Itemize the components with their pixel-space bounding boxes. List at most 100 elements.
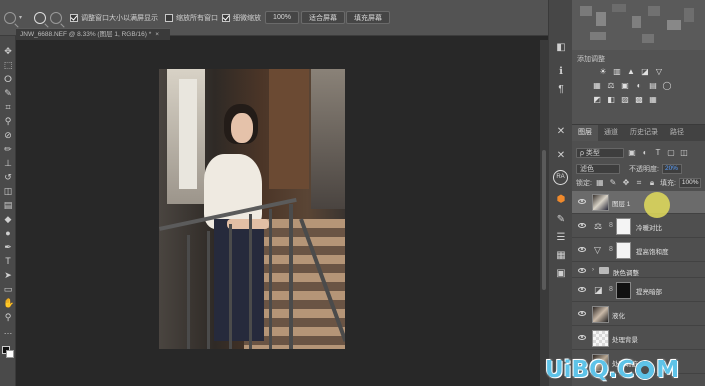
layer-name[interactable]: 冷暖对比 <box>636 222 662 232</box>
more-tools-icon[interactable]: … <box>3 326 13 336</box>
zoom-percent-field[interactable]: 100% <box>265 11 299 24</box>
zoom-out-button[interactable] <box>50 11 62 24</box>
layer-row-saturation[interactable]: ▽ 8 提高饱和度 <box>572 239 705 262</box>
hand-tool-icon[interactable]: ✋ <box>3 298 14 308</box>
rectangle-tool-icon[interactable]: ▭ <box>3 284 13 294</box>
layer-row-liquify[interactable]: 液化 <box>572 303 705 326</box>
layer-group-skin[interactable]: › 肤色调整 <box>572 263 705 278</box>
filter-shape-icon[interactable]: ▢ <box>666 148 676 158</box>
lock-pixels-icon[interactable]: ✎ <box>608 178 618 188</box>
eyedropper-tool-icon[interactable]: ⚲ <box>3 116 13 126</box>
tab-layers[interactable]: 图层 <box>572 125 598 141</box>
scrubby-zoom-checkbox[interactable] <box>222 13 230 22</box>
layer-name[interactable]: 提高饱和度 <box>636 246 669 256</box>
color-lookup-adjust-icon[interactable]: ◯ <box>662 82 672 90</box>
ra-plugin-icon[interactable]: RA <box>553 170 568 185</box>
layer-mask-thumbnail[interactable] <box>616 218 631 235</box>
levels-adjust-icon[interactable]: ▥ <box>612 68 622 76</box>
zoom-all-windows-option[interactable]: 缩放所有窗口 <box>165 11 218 24</box>
resize-windows-option[interactable]: 调整窗口大小以满屏显示 <box>70 11 158 24</box>
filter-smart-icon[interactable]: ◫ <box>679 148 689 158</box>
tab-history[interactable]: 历史记录 <box>624 125 664 141</box>
visibility-eye-icon[interactable] <box>578 247 586 252</box>
blend-mode-dropdown[interactable]: 滤色 <box>576 164 620 174</box>
path-select-tool-icon[interactable]: ➤ <box>3 270 13 280</box>
zoom-tool-icon[interactable]: ⚲ <box>3 312 13 322</box>
document-image[interactable] <box>159 69 345 349</box>
layer-name[interactable]: 处理背景 <box>612 334 638 344</box>
visibility-eye-icon[interactable] <box>578 311 586 316</box>
lock-transparent-icon[interactable]: ▦ <box>595 178 605 188</box>
brightness-adjust-icon[interactable]: ☀ <box>598 68 608 76</box>
resize-windows-checkbox[interactable] <box>70 13 78 22</box>
tools-x-icon[interactable]: ✕ <box>555 126 567 138</box>
background-color-swatch[interactable] <box>6 350 14 358</box>
type-tool-icon[interactable]: T <box>3 256 13 266</box>
healing-brush-tool-icon[interactable]: ⊘ <box>3 130 13 140</box>
posterize-adjust-icon[interactable]: ◧ <box>606 96 616 104</box>
visibility-eye-icon[interactable] <box>578 335 586 340</box>
zoom-in-button[interactable] <box>34 11 46 24</box>
pen-tool-icon[interactable]: ✒ <box>3 242 13 252</box>
visibility-eye-icon[interactable] <box>578 199 586 204</box>
filter-adjust-icon[interactable]: ◐ <box>640 148 650 158</box>
layer-row-brighten-shadows[interactable]: ◪ 8 提亮暗部 <box>572 279 705 302</box>
tab-channels[interactable]: 通道 <box>598 125 624 141</box>
blur-tool-icon[interactable]: ◆ <box>3 214 13 224</box>
black-white-adjust-icon[interactable]: ▣ <box>620 82 630 90</box>
lock-artboard-icon[interactable]: ⌗ <box>634 178 644 188</box>
layer-name[interactable]: 图层 1 <box>612 198 630 208</box>
layer-name[interactable]: 肤色调整 <box>613 267 639 277</box>
clone-stamp-tool-icon[interactable]: ⊥ <box>3 158 13 168</box>
vibrance-adjust-icon[interactable]: ▽ <box>654 68 664 76</box>
lasso-tool-icon[interactable]: ⵔ <box>3 74 13 84</box>
marquee-tool-icon[interactable]: ⬚ <box>3 60 13 70</box>
cube-3d-icon[interactable]: ⬢ <box>555 194 567 206</box>
hue-sat-adjust-icon[interactable]: ▦ <box>592 82 602 90</box>
info-panel-icon[interactable]: ℹ <box>555 66 567 78</box>
layer-row-cool-warm[interactable]: ⚖ 8 冷暖对比 <box>572 215 705 238</box>
layer-row-layer1[interactable]: 图层 1 <box>572 191 705 214</box>
eraser-tool-icon[interactable]: ◫ <box>3 186 13 196</box>
document-tab[interactable]: JNW_6688.NEF @ 8.33% (图层 1, RGB/16) * × <box>16 28 170 40</box>
fill-screen-button[interactable]: 填充屏幕 <box>346 11 390 24</box>
close-tab-icon[interactable]: × <box>155 31 159 38</box>
zoom-tool-preset[interactable]: ▾ <box>4 11 22 24</box>
exposure-adjust-icon[interactable]: ◪ <box>640 68 650 76</box>
gradient-tool-icon[interactable]: ▤ <box>3 200 13 210</box>
filter-pixel-icon[interactable]: ▣ <box>627 148 637 158</box>
layer-name[interactable]: 液化 <box>612 310 625 320</box>
layer-filter-dropdown[interactable]: ρ 类型 <box>576 148 624 158</box>
move-tool-icon[interactable]: ✥ <box>3 46 13 56</box>
visibility-eye-icon[interactable] <box>578 268 586 273</box>
brush-tool-icon[interactable]: ✏ <box>3 144 13 154</box>
quick-select-tool-icon[interactable]: ✎ <box>3 88 13 98</box>
chevron-right-icon[interactable]: › <box>592 267 594 273</box>
crop-tool-icon[interactable]: ⌗ <box>3 102 13 112</box>
vertical-scrollbar[interactable] <box>540 40 548 386</box>
fill-field[interactable]: 100% <box>678 178 701 188</box>
selective-color-adjust-icon[interactable]: ▦ <box>648 96 658 104</box>
scrollbar-thumb[interactable] <box>542 150 546 290</box>
zoom-all-windows-checkbox[interactable] <box>165 13 173 22</box>
filter-type-icon[interactable]: T <box>653 148 663 158</box>
fit-screen-button[interactable]: 适合屏幕 <box>301 11 345 24</box>
color-balance-adjust-icon[interactable]: ⚖ <box>606 82 616 90</box>
layer-mask-thumbnail[interactable] <box>616 242 631 259</box>
lock-position-icon[interactable]: ✥ <box>621 178 631 188</box>
channel-mixer-adjust-icon[interactable]: ▤ <box>648 82 658 90</box>
gradient-map-adjust-icon[interactable]: ▩ <box>634 96 644 104</box>
properties-panel-icon[interactable]: ☰ <box>555 232 567 244</box>
channels-panel-icon[interactable]: ▦ <box>555 250 567 262</box>
visibility-eye-icon[interactable] <box>578 223 586 228</box>
layer-name[interactable]: 提亮暗部 <box>636 286 662 296</box>
tab-paths[interactable]: 路径 <box>664 125 690 141</box>
lock-all-icon[interactable]: 🔒︎ <box>647 178 657 188</box>
tools-x2-icon[interactable]: ✕ <box>555 150 567 162</box>
invert-adjust-icon[interactable]: ◩ <box>592 96 602 104</box>
curves-adjust-icon[interactable]: ▲ <box>626 68 636 76</box>
visibility-eye-icon[interactable] <box>578 287 586 292</box>
scrubby-zoom-option[interactable]: 细微缩放 <box>222 11 261 24</box>
brush-panel-icon[interactable]: ✎ <box>555 214 567 226</box>
chain-link-icon[interactable]: 8 <box>609 246 613 253</box>
